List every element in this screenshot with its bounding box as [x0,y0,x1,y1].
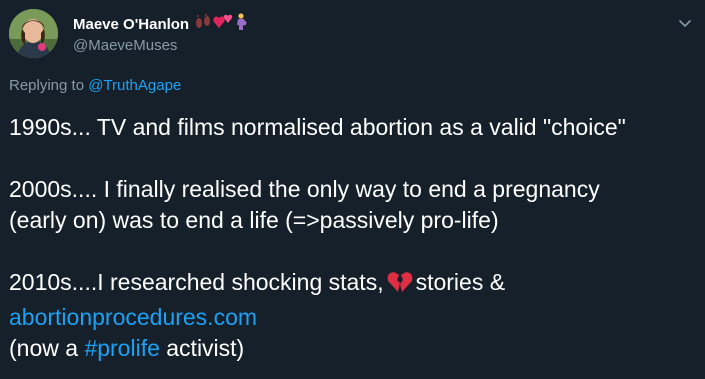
author-handle[interactable]: @MaeveMuses [73,37,177,54]
tweet-line-2010s: 2010s....I researched shocking stats, st… [9,267,699,302]
reply-prefix: Replying to [9,77,85,94]
tweet-line-2010s-end: stories & [415,269,506,295]
reply-handle-link[interactable]: @TruthAgape [88,77,181,94]
footprints-emoji-icon [194,13,212,35]
avatar[interactable] [9,9,58,58]
chevron-down-icon[interactable] [676,14,694,32]
broken-heart-emoji-icon [387,270,413,302]
tweet-line-activist-end: activist) [166,335,245,361]
prolife-hashtag-link[interactable]: #prolife [84,335,159,361]
tweet-line-1990s: 1990s... TV and films normalised abortio… [9,114,626,140]
author-name-row[interactable]: Maeve O'Hanlon [73,12,248,36]
tweet-text: 1990s... TV and films normalised abortio… [9,112,699,364]
abortionprocedures-link[interactable]: abortionprocedures.com [9,304,257,330]
tweet-line-2000s: 2000s.... I finally realised the only wa… [9,176,600,202]
name-emojis [194,12,248,36]
tweet-line-2010s-start: 2010s....I researched shocking stats, [9,269,384,295]
tweet-line-2000s-cont: (early on) was to end a life (=>passivel… [9,207,499,233]
tweet-link-row: abortionprocedures.com [9,302,699,333]
tweet-card: Maeve O'Hanlon @MaeveMuses Replying to @… [0,0,705,379]
two-hearts-emoji-icon [213,14,233,35]
tweet-line-activist-start: (now a [9,335,79,361]
tweet-line-activist: (now a #prolife activist) [9,333,699,364]
replying-to: Replying to @TruthAgape [9,77,181,94]
pregnant-woman-emoji-icon [234,12,248,36]
display-name[interactable]: Maeve O'Hanlon [73,16,189,33]
